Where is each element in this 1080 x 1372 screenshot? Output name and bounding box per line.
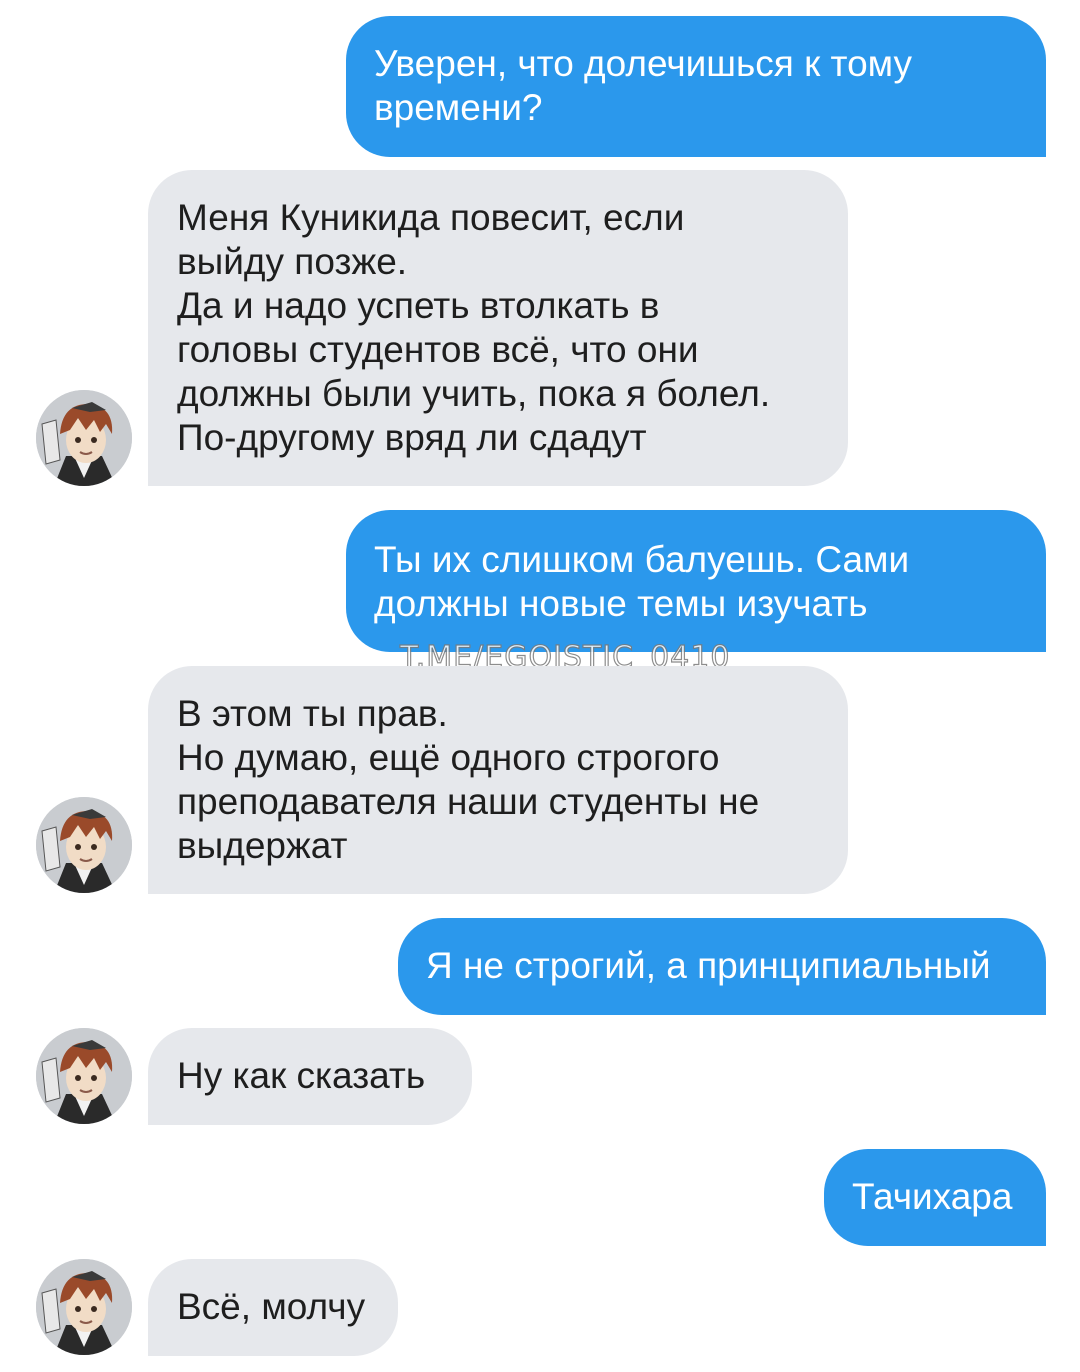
avatar[interactable] [36,1028,132,1124]
avatar[interactable] [36,797,132,893]
avatar-image [36,390,132,486]
message-bubble-incoming[interactable]: В этом ты прав. Но думаю, ещё одного стр… [148,666,848,894]
message-bubble-incoming[interactable]: Меня Куникида повесит, если выйду позже.… [148,170,848,486]
avatar-image [36,797,132,893]
avatar-image [36,1028,132,1124]
message-bubble-outgoing[interactable]: Тачихара [824,1149,1046,1246]
message-bubble-incoming[interactable]: Ну как сказать [148,1028,472,1125]
message-bubble-outgoing[interactable]: Уверен, что долечишься к тому времени? [346,16,1046,157]
avatar[interactable] [36,390,132,486]
avatar-image [36,1259,132,1355]
message-bubble-incoming[interactable]: Всё, молчу [148,1259,398,1356]
message-bubble-outgoing[interactable]: Я не строгий, а принципиальный [398,918,1046,1015]
avatar[interactable] [36,1259,132,1355]
message-bubble-outgoing[interactable]: Ты их слишком балуешь. Сами должны новые… [346,510,1046,652]
